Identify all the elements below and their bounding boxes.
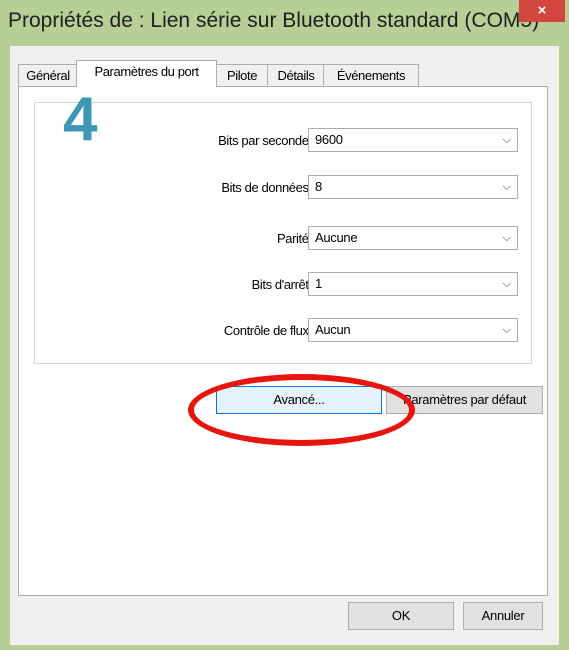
advanced-button[interactable]: Avancé... — [216, 386, 382, 414]
bits-per-second-label: Bits par seconde : — [218, 133, 315, 148]
flow-control-value: Aucun — [315, 322, 351, 337]
stop-bits-value: 1 — [315, 276, 322, 291]
stop-bits-select[interactable]: 1 ⌵ — [308, 272, 518, 296]
tab-events[interactable]: Événements — [323, 64, 419, 86]
bits-per-second-value: 9600 — [315, 132, 343, 147]
chevron-down-icon: ⌵ — [502, 232, 511, 244]
data-bits-value: 8 — [315, 179, 322, 194]
step-number: 4 — [63, 85, 98, 154]
default-settings-button[interactable]: Paramètres par défaut — [386, 386, 543, 414]
flow-control-select[interactable]: Aucun ⌵ — [308, 318, 518, 342]
parity-label: Parité : — [277, 231, 315, 246]
close-icon: × — [537, 2, 547, 19]
chevron-down-icon: ⌵ — [502, 134, 511, 146]
bits-per-second-select[interactable]: 9600 ⌵ — [308, 128, 518, 152]
stop-bits-label: Bits d'arrêt : — [251, 277, 316, 292]
parity-select[interactable]: Aucune ⌵ — [308, 226, 518, 250]
chevron-down-icon: ⌵ — [502, 278, 511, 290]
cancel-button[interactable]: Annuler — [463, 602, 543, 630]
close-button[interactable]: × — [519, 0, 565, 22]
flow-control-label: Contrôle de flux : — [223, 323, 315, 338]
tab-port-settings[interactable]: Paramètres du port — [76, 60, 217, 87]
data-bits-select[interactable]: 8 ⌵ — [308, 175, 518, 199]
chevron-down-icon: ⌵ — [502, 181, 511, 193]
window-title: Propriétés de : Lien série sur Bluetooth… — [8, 9, 540, 32]
ok-button[interactable]: OK — [348, 602, 454, 630]
title-bar[interactable]: Propriétés de : Lien série sur Bluetooth… — [0, 0, 569, 46]
tab-driver[interactable]: Pilote — [215, 64, 269, 86]
parity-value: Aucune — [315, 230, 358, 245]
tab-general[interactable]: Général — [18, 64, 78, 86]
tab-details[interactable]: Détails — [267, 64, 325, 86]
chevron-down-icon: ⌵ — [502, 324, 511, 336]
data-bits-label: Bits de données : — [221, 180, 315, 195]
